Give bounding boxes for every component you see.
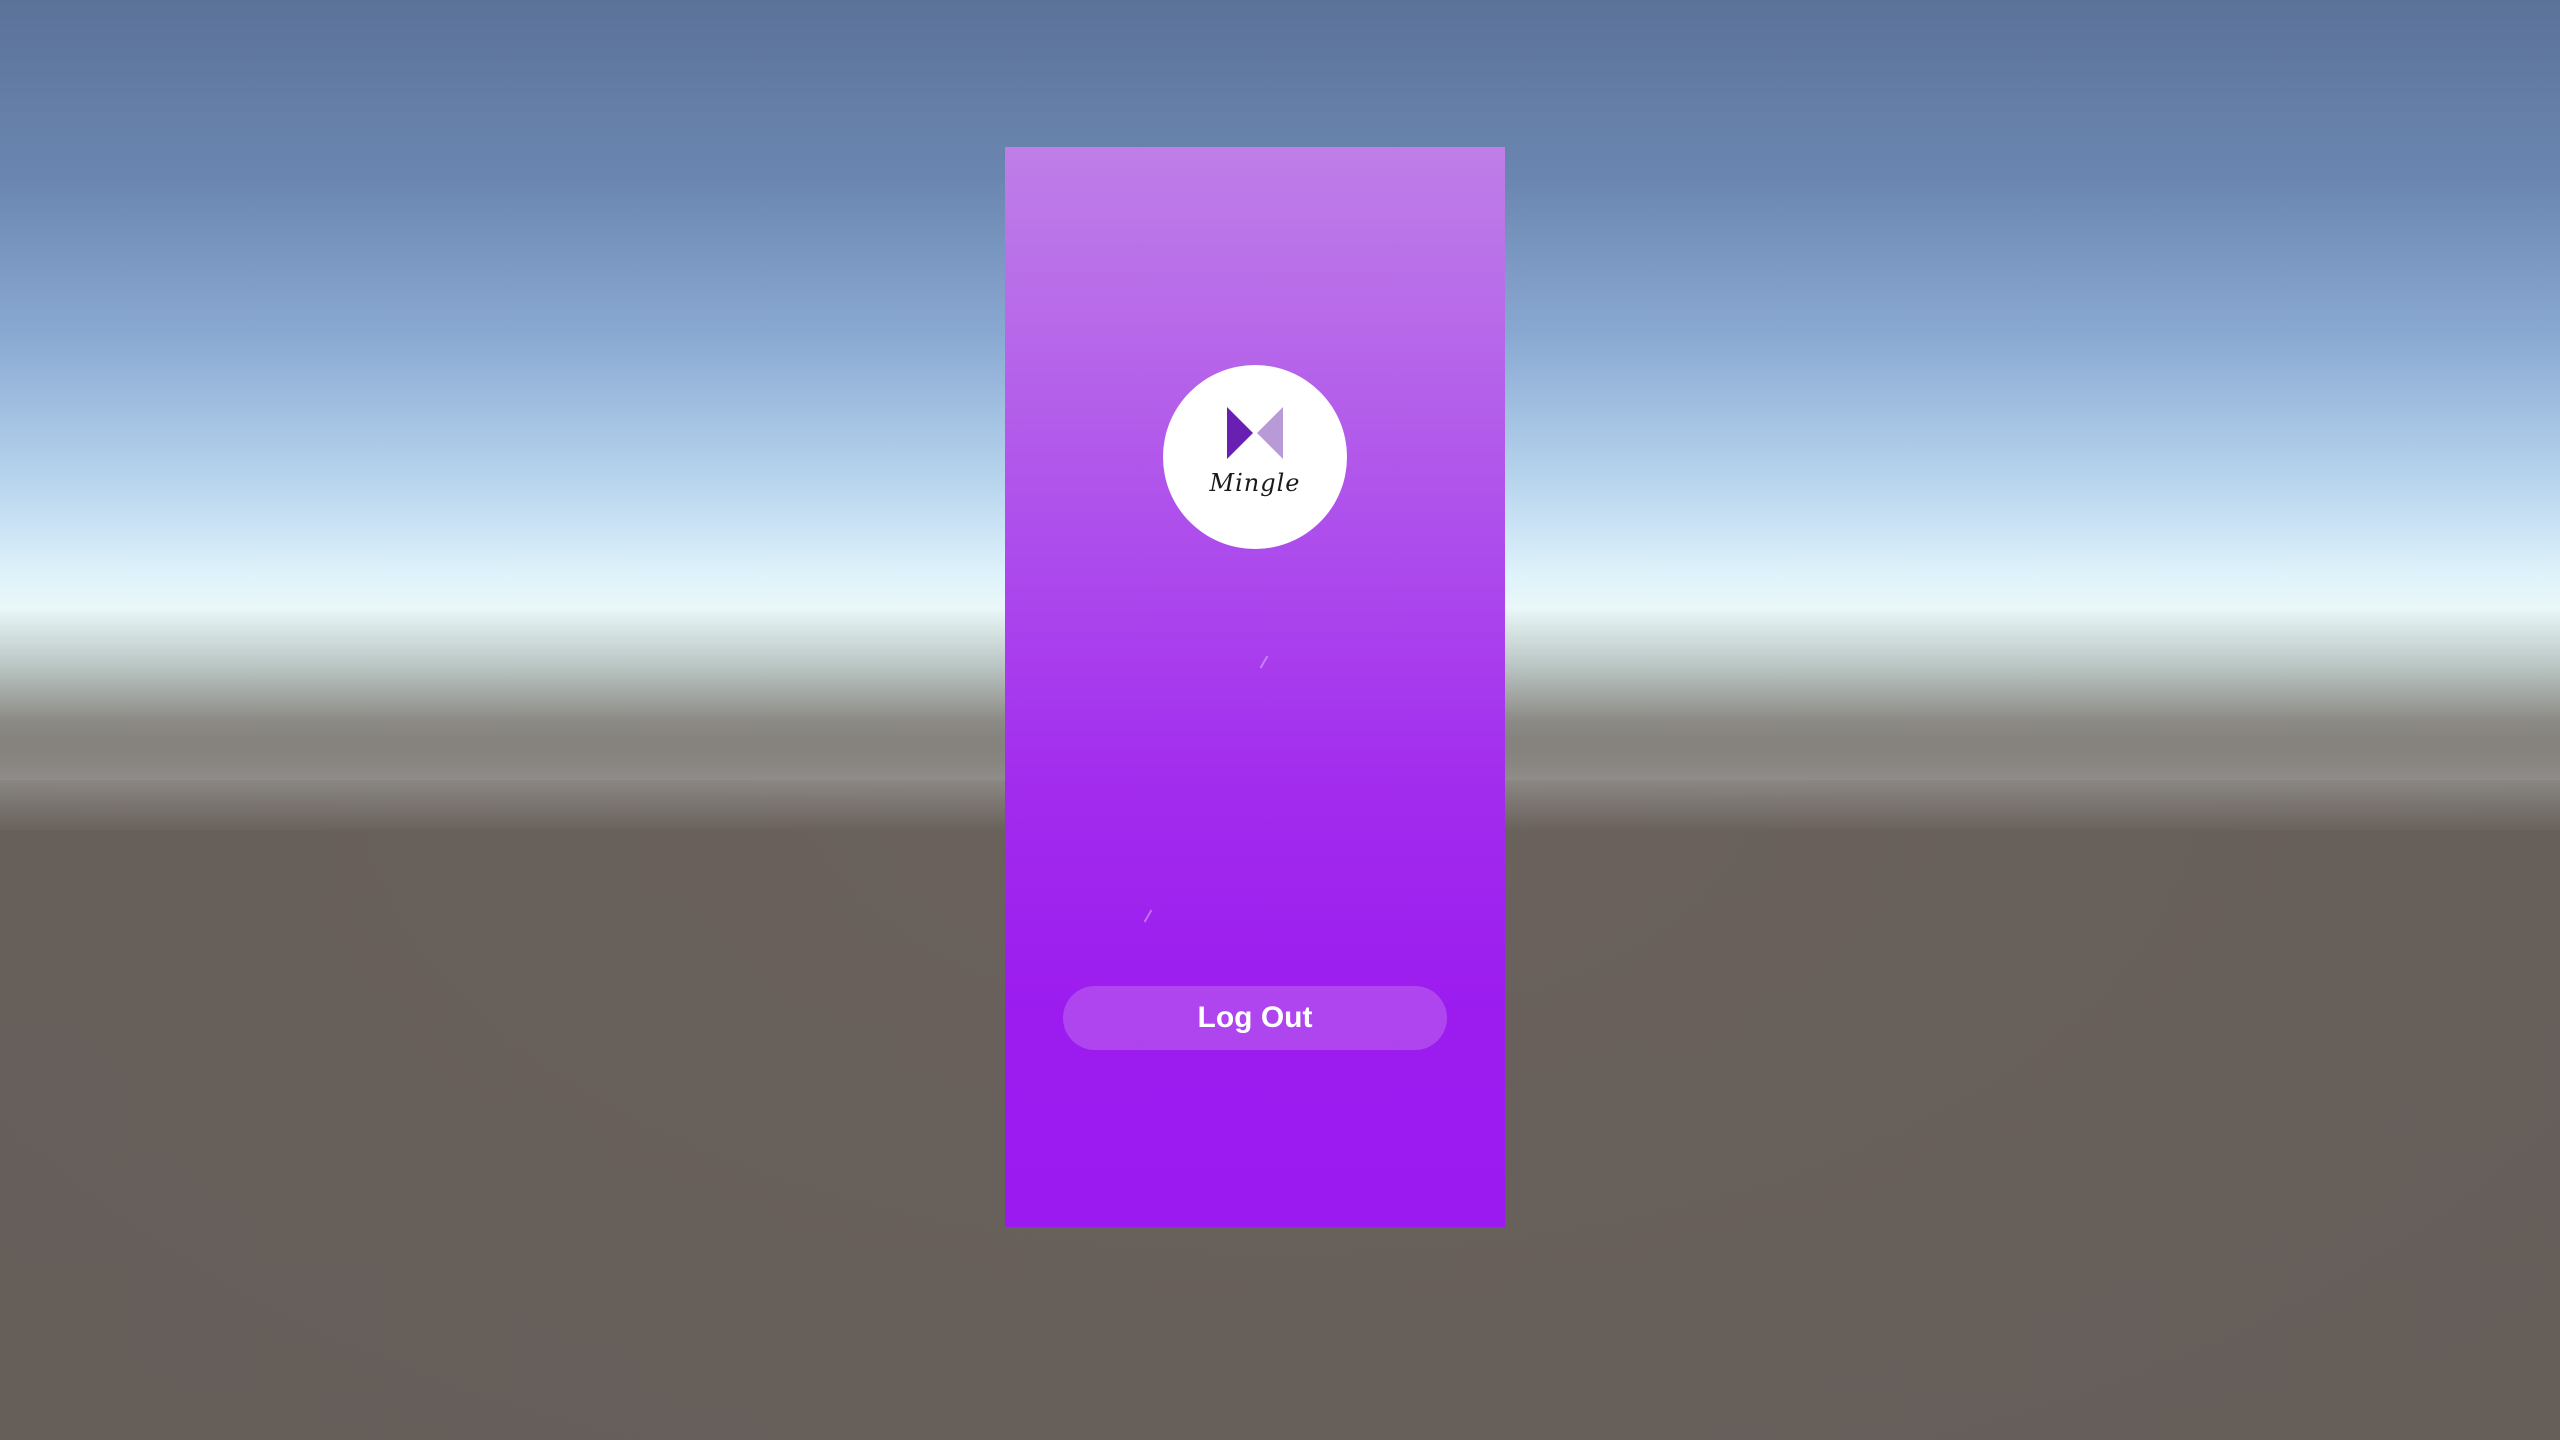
- app-logo: Mingle: [1163, 365, 1347, 549]
- logout-button[interactable]: Log Out: [1063, 986, 1447, 1050]
- decorative-mark: [1143, 909, 1153, 923]
- bowtie-logo-icon: [1227, 407, 1283, 459]
- app-screen-panel: Mingle Log Out: [1005, 147, 1505, 1227]
- decorative-mark: [1259, 655, 1269, 669]
- logo-wordmark: Mingle: [1209, 469, 1301, 497]
- unity-scene-viewport: Mingle Log Out: [0, 0, 2560, 1440]
